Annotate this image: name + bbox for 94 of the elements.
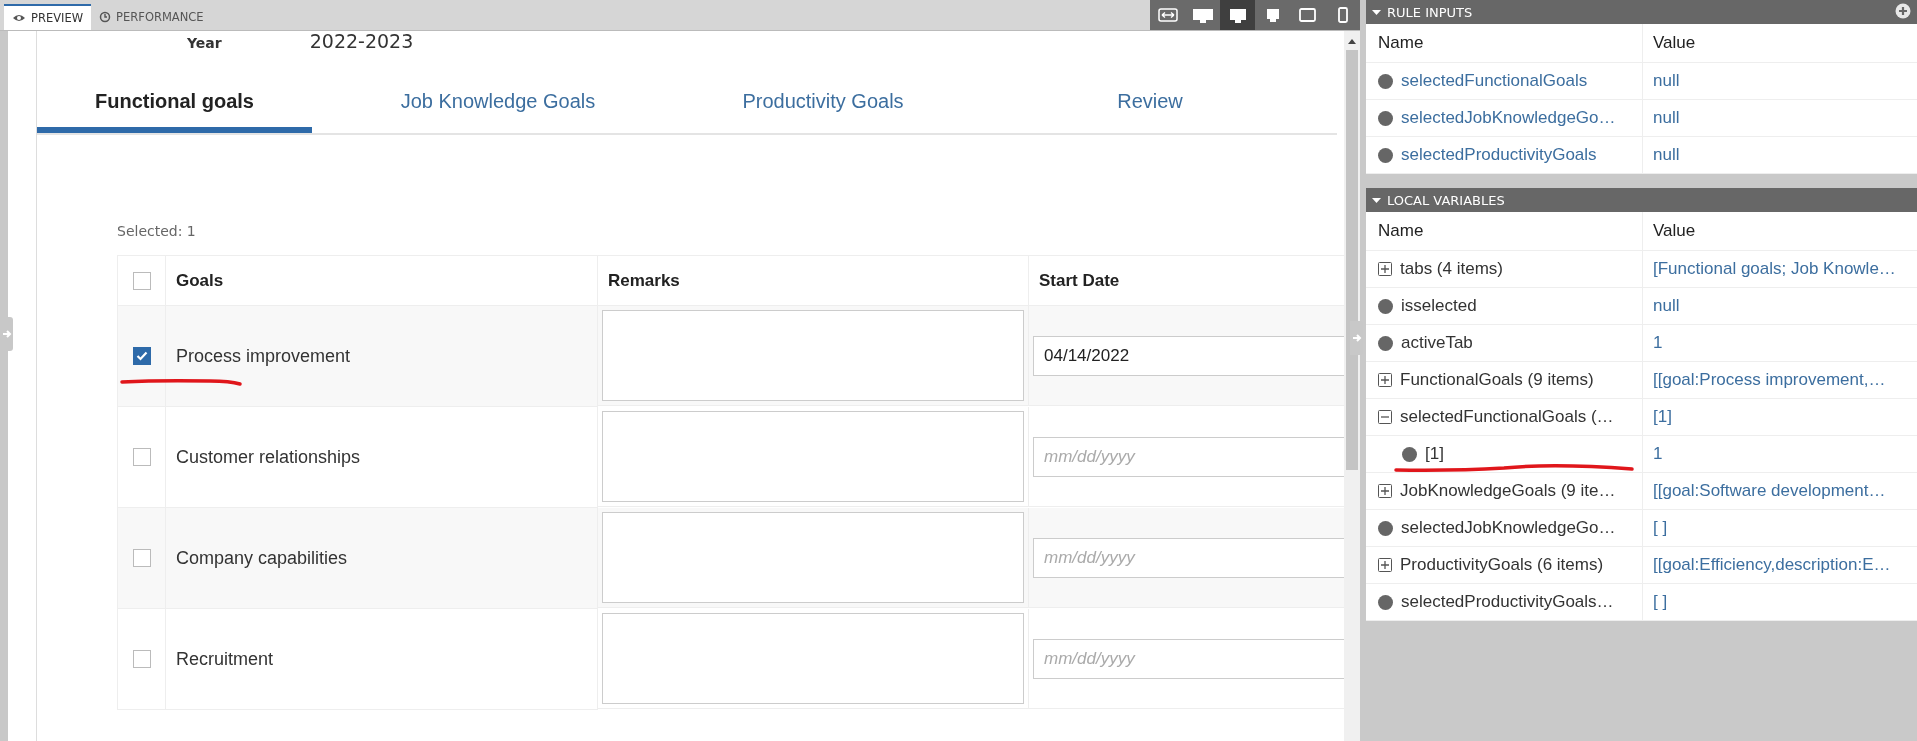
goal-text: Customer relationships bbox=[176, 446, 361, 468]
dot-icon bbox=[1378, 110, 1393, 126]
preview-tab[interactable]: PREVIEW bbox=[4, 4, 92, 30]
panel-title: LOCAL VARIABLES bbox=[1387, 192, 1505, 208]
variable-value: [ ] bbox=[1653, 518, 1668, 538]
variable-value: null bbox=[1653, 108, 1680, 128]
monitor-icon bbox=[1191, 7, 1214, 23]
variable-value: [1] bbox=[1653, 407, 1672, 427]
preview-tab[interactable]: PERFORMANCE bbox=[91, 4, 212, 30]
panel-title: RULE INPUTS bbox=[1387, 4, 1473, 20]
checkbox[interactable] bbox=[132, 271, 151, 290]
date-field[interactable]: mm/dd/yyyy bbox=[1033, 537, 1344, 578]
variable-name: selectedProductivityGoals… bbox=[1401, 592, 1614, 612]
dot-icon bbox=[1378, 147, 1393, 163]
tab[interactable]: Job Knowledge Goals bbox=[312, 75, 684, 133]
selection-count: Selected: 1 bbox=[117, 223, 197, 239]
variable-value: 1 bbox=[1653, 444, 1663, 464]
variable-value: null bbox=[1653, 71, 1680, 91]
column-header: Remarks bbox=[608, 270, 680, 291]
column-header: Name bbox=[1378, 33, 1424, 53]
remarks-field[interactable] bbox=[602, 310, 1024, 401]
dot-icon bbox=[1378, 298, 1393, 314]
field-value: 2022-2023 bbox=[309, 31, 414, 51]
checkbox[interactable] bbox=[132, 347, 151, 365]
goal-text: Process improvement bbox=[176, 345, 351, 367]
panel-header[interactable]: LOCAL VARIABLES bbox=[1366, 188, 1917, 212]
variable-name: [1] bbox=[1425, 444, 1444, 464]
variable-value: 1 bbox=[1653, 333, 1663, 353]
variable-value: [Functional goals; Job Knowle… bbox=[1653, 259, 1896, 279]
eye-icon bbox=[12, 12, 26, 24]
expand-icon[interactable] bbox=[1378, 373, 1392, 387]
monitor-icon bbox=[1228, 7, 1247, 23]
remarks-field[interactable] bbox=[602, 613, 1024, 704]
column-header: Name bbox=[1378, 221, 1424, 241]
variable-value: [[goal:Software development… bbox=[1653, 481, 1886, 501]
dot-icon bbox=[1378, 520, 1393, 536]
scrollbar-thumb[interactable] bbox=[1346, 50, 1358, 470]
variable-value: [[goal:Process improvement,… bbox=[1653, 370, 1886, 390]
column-header: Start Date bbox=[1039, 270, 1120, 291]
variable-value: [ ] bbox=[1653, 592, 1668, 612]
variable-name: tabs (4 items) bbox=[1400, 259, 1503, 279]
variable-name: isselected bbox=[1401, 296, 1477, 316]
collapse-icon[interactable] bbox=[1378, 410, 1392, 424]
dot-icon bbox=[1402, 446, 1417, 462]
scroll-up-icon bbox=[1348, 39, 1356, 44]
date-field[interactable]: mm/dd/yyyy bbox=[1033, 436, 1344, 477]
dot-icon bbox=[1378, 73, 1393, 89]
tab[interactable]: Review bbox=[962, 75, 1338, 133]
variable-value: null bbox=[1653, 145, 1680, 165]
add-icon bbox=[1895, 3, 1911, 19]
variable-value: [[goal:Efficiency,description:E… bbox=[1653, 555, 1891, 575]
phone-icon bbox=[1337, 7, 1348, 23]
monitor-icon bbox=[1265, 8, 1280, 22]
tab[interactable]: Productivity Goals bbox=[684, 75, 962, 133]
remarks-field[interactable] bbox=[602, 411, 1024, 502]
variable-name: selectedProductivityGoals bbox=[1401, 145, 1597, 165]
goal-text: Company capabilities bbox=[176, 547, 348, 569]
column-header: Goals bbox=[176, 270, 224, 291]
arrow-icon bbox=[1, 328, 12, 340]
expand-icon[interactable] bbox=[1378, 558, 1392, 572]
clock-icon bbox=[99, 11, 112, 23]
variable-name: activeTab bbox=[1401, 333, 1473, 353]
check-icon bbox=[135, 351, 148, 361]
caret-icon bbox=[1372, 197, 1381, 203]
date-field[interactable]: 04/14/2022 bbox=[1033, 335, 1344, 376]
variable-name: JobKnowledgeGoals (9 ite… bbox=[1400, 481, 1616, 501]
device-button[interactable] bbox=[1220, 0, 1255, 30]
variable-name: FunctionalGoals (9 items) bbox=[1400, 370, 1594, 390]
checkbox[interactable] bbox=[132, 650, 151, 668]
caret-icon bbox=[1372, 9, 1381, 15]
collapse-handle[interactable] bbox=[1350, 321, 1363, 355]
variable-name: selectedFunctionalGoals (… bbox=[1400, 407, 1614, 427]
remarks-field[interactable] bbox=[602, 512, 1024, 603]
field-label: Year bbox=[187, 35, 222, 51]
tab[interactable]: Functional goals bbox=[37, 75, 312, 133]
variable-name: selectedFunctionalGoals bbox=[1401, 71, 1588, 91]
column-header: Value bbox=[1653, 221, 1696, 241]
fit-width-icon bbox=[1157, 8, 1178, 22]
checkbox[interactable] bbox=[132, 549, 151, 567]
dot-icon bbox=[1378, 594, 1393, 610]
panel-header[interactable]: RULE INPUTS bbox=[1366, 0, 1917, 24]
variable-value: null bbox=[1653, 296, 1680, 316]
expand-icon[interactable] bbox=[1378, 484, 1392, 498]
arrow-icon bbox=[1351, 332, 1362, 344]
variable-name: ProductivityGoals (6 items) bbox=[1400, 555, 1604, 575]
date-field[interactable]: mm/dd/yyyy bbox=[1033, 638, 1344, 679]
variable-name: selectedJobKnowledgeGo… bbox=[1401, 518, 1616, 538]
variable-name: selectedJobKnowledgeGo… bbox=[1401, 108, 1616, 128]
tablet-icon bbox=[1299, 8, 1316, 22]
expand-icon[interactable] bbox=[1378, 262, 1392, 276]
goal-text: Recruitment bbox=[176, 648, 274, 670]
column-header: Value bbox=[1653, 33, 1696, 53]
dot-icon bbox=[1378, 335, 1393, 351]
checkbox[interactable] bbox=[132, 448, 151, 466]
